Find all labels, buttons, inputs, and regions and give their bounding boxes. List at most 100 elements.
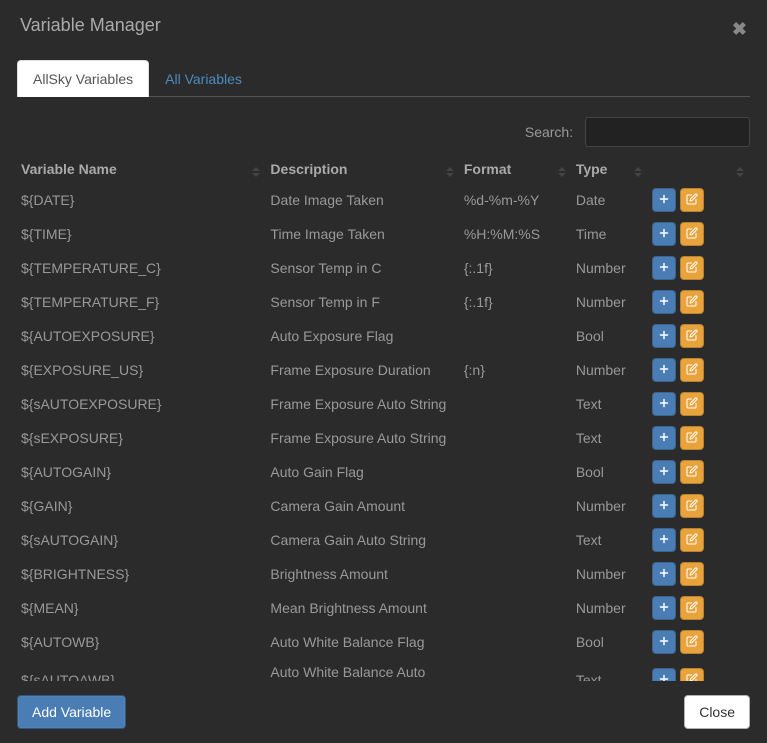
edit-icon <box>686 601 698 616</box>
edit-button[interactable] <box>680 562 704 586</box>
tab-allsky-variables[interactable]: AllSky Variables <box>17 60 149 97</box>
edit-icon <box>686 635 698 650</box>
edit-button[interactable] <box>680 426 704 450</box>
cell-variable-name: ${sAUTOAWB} <box>17 659 266 681</box>
plus-icon <box>658 601 670 616</box>
add-button[interactable] <box>652 494 676 518</box>
table-row: ${AUTOWB}Auto White Balance FlagBool <box>17 625 750 659</box>
add-button[interactable] <box>652 290 676 314</box>
table-row: ${AUTOEXPOSURE}Auto Exposure FlagBool <box>17 319 750 353</box>
cell-type: Number <box>572 557 648 591</box>
cell-description: Camera Gain Auto String <box>266 523 459 557</box>
edit-button[interactable] <box>680 596 704 620</box>
cell-variable-name: ${AUTOGAIN} <box>17 455 266 489</box>
cell-type: Number <box>572 489 648 523</box>
cell-description: Auto Gain Flag <box>266 455 459 489</box>
cell-type: Time <box>572 217 648 251</box>
cell-description: Auto White Balance Flag <box>266 625 459 659</box>
cell-format <box>460 523 572 557</box>
plus-icon <box>658 673 670 682</box>
plus-icon <box>658 431 670 446</box>
edit-button[interactable] <box>680 392 704 416</box>
cell-format <box>460 557 572 591</box>
variables-table: Variable Name Description Format Type ${… <box>17 155 750 681</box>
cell-variable-name: ${EXPOSURE_US} <box>17 353 266 387</box>
modal-body: AllSky Variables All Variables Search: V… <box>0 55 767 681</box>
edit-icon <box>686 397 698 412</box>
add-button[interactable] <box>652 562 676 586</box>
col-format[interactable]: Format <box>460 155 572 183</box>
cell-type: Bool <box>572 455 648 489</box>
table-row: ${BRIGHTNESS}Brightness AmountNumber <box>17 557 750 591</box>
edit-button[interactable] <box>680 528 704 552</box>
plus-icon <box>658 635 670 650</box>
edit-button[interactable] <box>680 668 704 681</box>
cell-actions <box>648 557 750 591</box>
cell-actions <box>648 251 750 285</box>
cell-description: Sensor Temp in F <box>266 285 459 319</box>
table-row: ${MEAN}Mean Brightness AmountNumber <box>17 591 750 625</box>
cell-actions <box>648 387 750 421</box>
edit-button[interactable] <box>680 358 704 382</box>
add-variable-button[interactable]: Add Variable <box>17 695 126 729</box>
cell-type: Text <box>572 421 648 455</box>
col-actions[interactable] <box>648 155 750 183</box>
plus-icon <box>658 261 670 276</box>
cell-actions <box>648 455 750 489</box>
cell-type: Text <box>572 523 648 557</box>
cell-variable-name: ${AUTOWB} <box>17 625 266 659</box>
add-button[interactable] <box>652 426 676 450</box>
edit-icon <box>686 261 698 276</box>
cell-format: %d-%m-%Y <box>460 183 572 217</box>
plus-icon <box>658 363 670 378</box>
col-type[interactable]: Type <box>572 155 648 183</box>
edit-button[interactable] <box>680 188 704 212</box>
table-controls: Search: <box>17 117 750 147</box>
table-row: ${AUTOGAIN}Auto Gain Flag Bool <box>17 455 750 489</box>
cell-format <box>460 591 572 625</box>
add-button[interactable] <box>652 630 676 654</box>
close-button[interactable]: Close <box>684 695 750 729</box>
add-button[interactable] <box>652 256 676 280</box>
cell-actions <box>648 659 750 681</box>
modal-header: Variable Manager ✖ <box>0 0 767 55</box>
tab-all-variables[interactable]: All Variables <box>149 60 258 97</box>
cell-type: Number <box>572 285 648 319</box>
add-button[interactable] <box>652 668 676 681</box>
table-row: ${sEXPOSURE}Frame Exposure Auto StringTe… <box>17 421 750 455</box>
add-button[interactable] <box>652 222 676 246</box>
add-button[interactable] <box>652 324 676 348</box>
edit-icon <box>686 499 698 514</box>
edit-button[interactable] <box>680 222 704 246</box>
plus-icon <box>658 499 670 514</box>
edit-button[interactable] <box>680 324 704 348</box>
cell-actions <box>648 591 750 625</box>
add-button[interactable] <box>652 596 676 620</box>
add-button[interactable] <box>652 358 676 382</box>
plus-icon <box>658 465 670 480</box>
plus-icon <box>658 397 670 412</box>
edit-button[interactable] <box>680 460 704 484</box>
edit-button[interactable] <box>680 290 704 314</box>
cell-format <box>460 625 572 659</box>
close-icon[interactable]: ✖ <box>732 20 747 38</box>
cell-description: Sensor Temp in C <box>266 251 459 285</box>
col-description[interactable]: Description <box>266 155 459 183</box>
edit-icon <box>686 227 698 242</box>
edit-button[interactable] <box>680 494 704 518</box>
edit-button[interactable] <box>680 630 704 654</box>
add-button[interactable] <box>652 460 676 484</box>
cell-format <box>460 387 572 421</box>
search-input[interactable] <box>585 117 750 147</box>
cell-description: Mean Brightness Amount <box>266 591 459 625</box>
add-button[interactable] <box>652 528 676 552</box>
cell-description: Auto Exposure Flag <box>266 319 459 353</box>
table-row: ${sAUTOGAIN}Camera Gain Auto StringText <box>17 523 750 557</box>
add-button[interactable] <box>652 188 676 212</box>
add-button[interactable] <box>652 392 676 416</box>
col-variable-name[interactable]: Variable Name <box>17 155 266 183</box>
edit-button[interactable] <box>680 256 704 280</box>
cell-actions <box>648 625 750 659</box>
cell-format <box>460 489 572 523</box>
cell-actions <box>648 183 750 217</box>
